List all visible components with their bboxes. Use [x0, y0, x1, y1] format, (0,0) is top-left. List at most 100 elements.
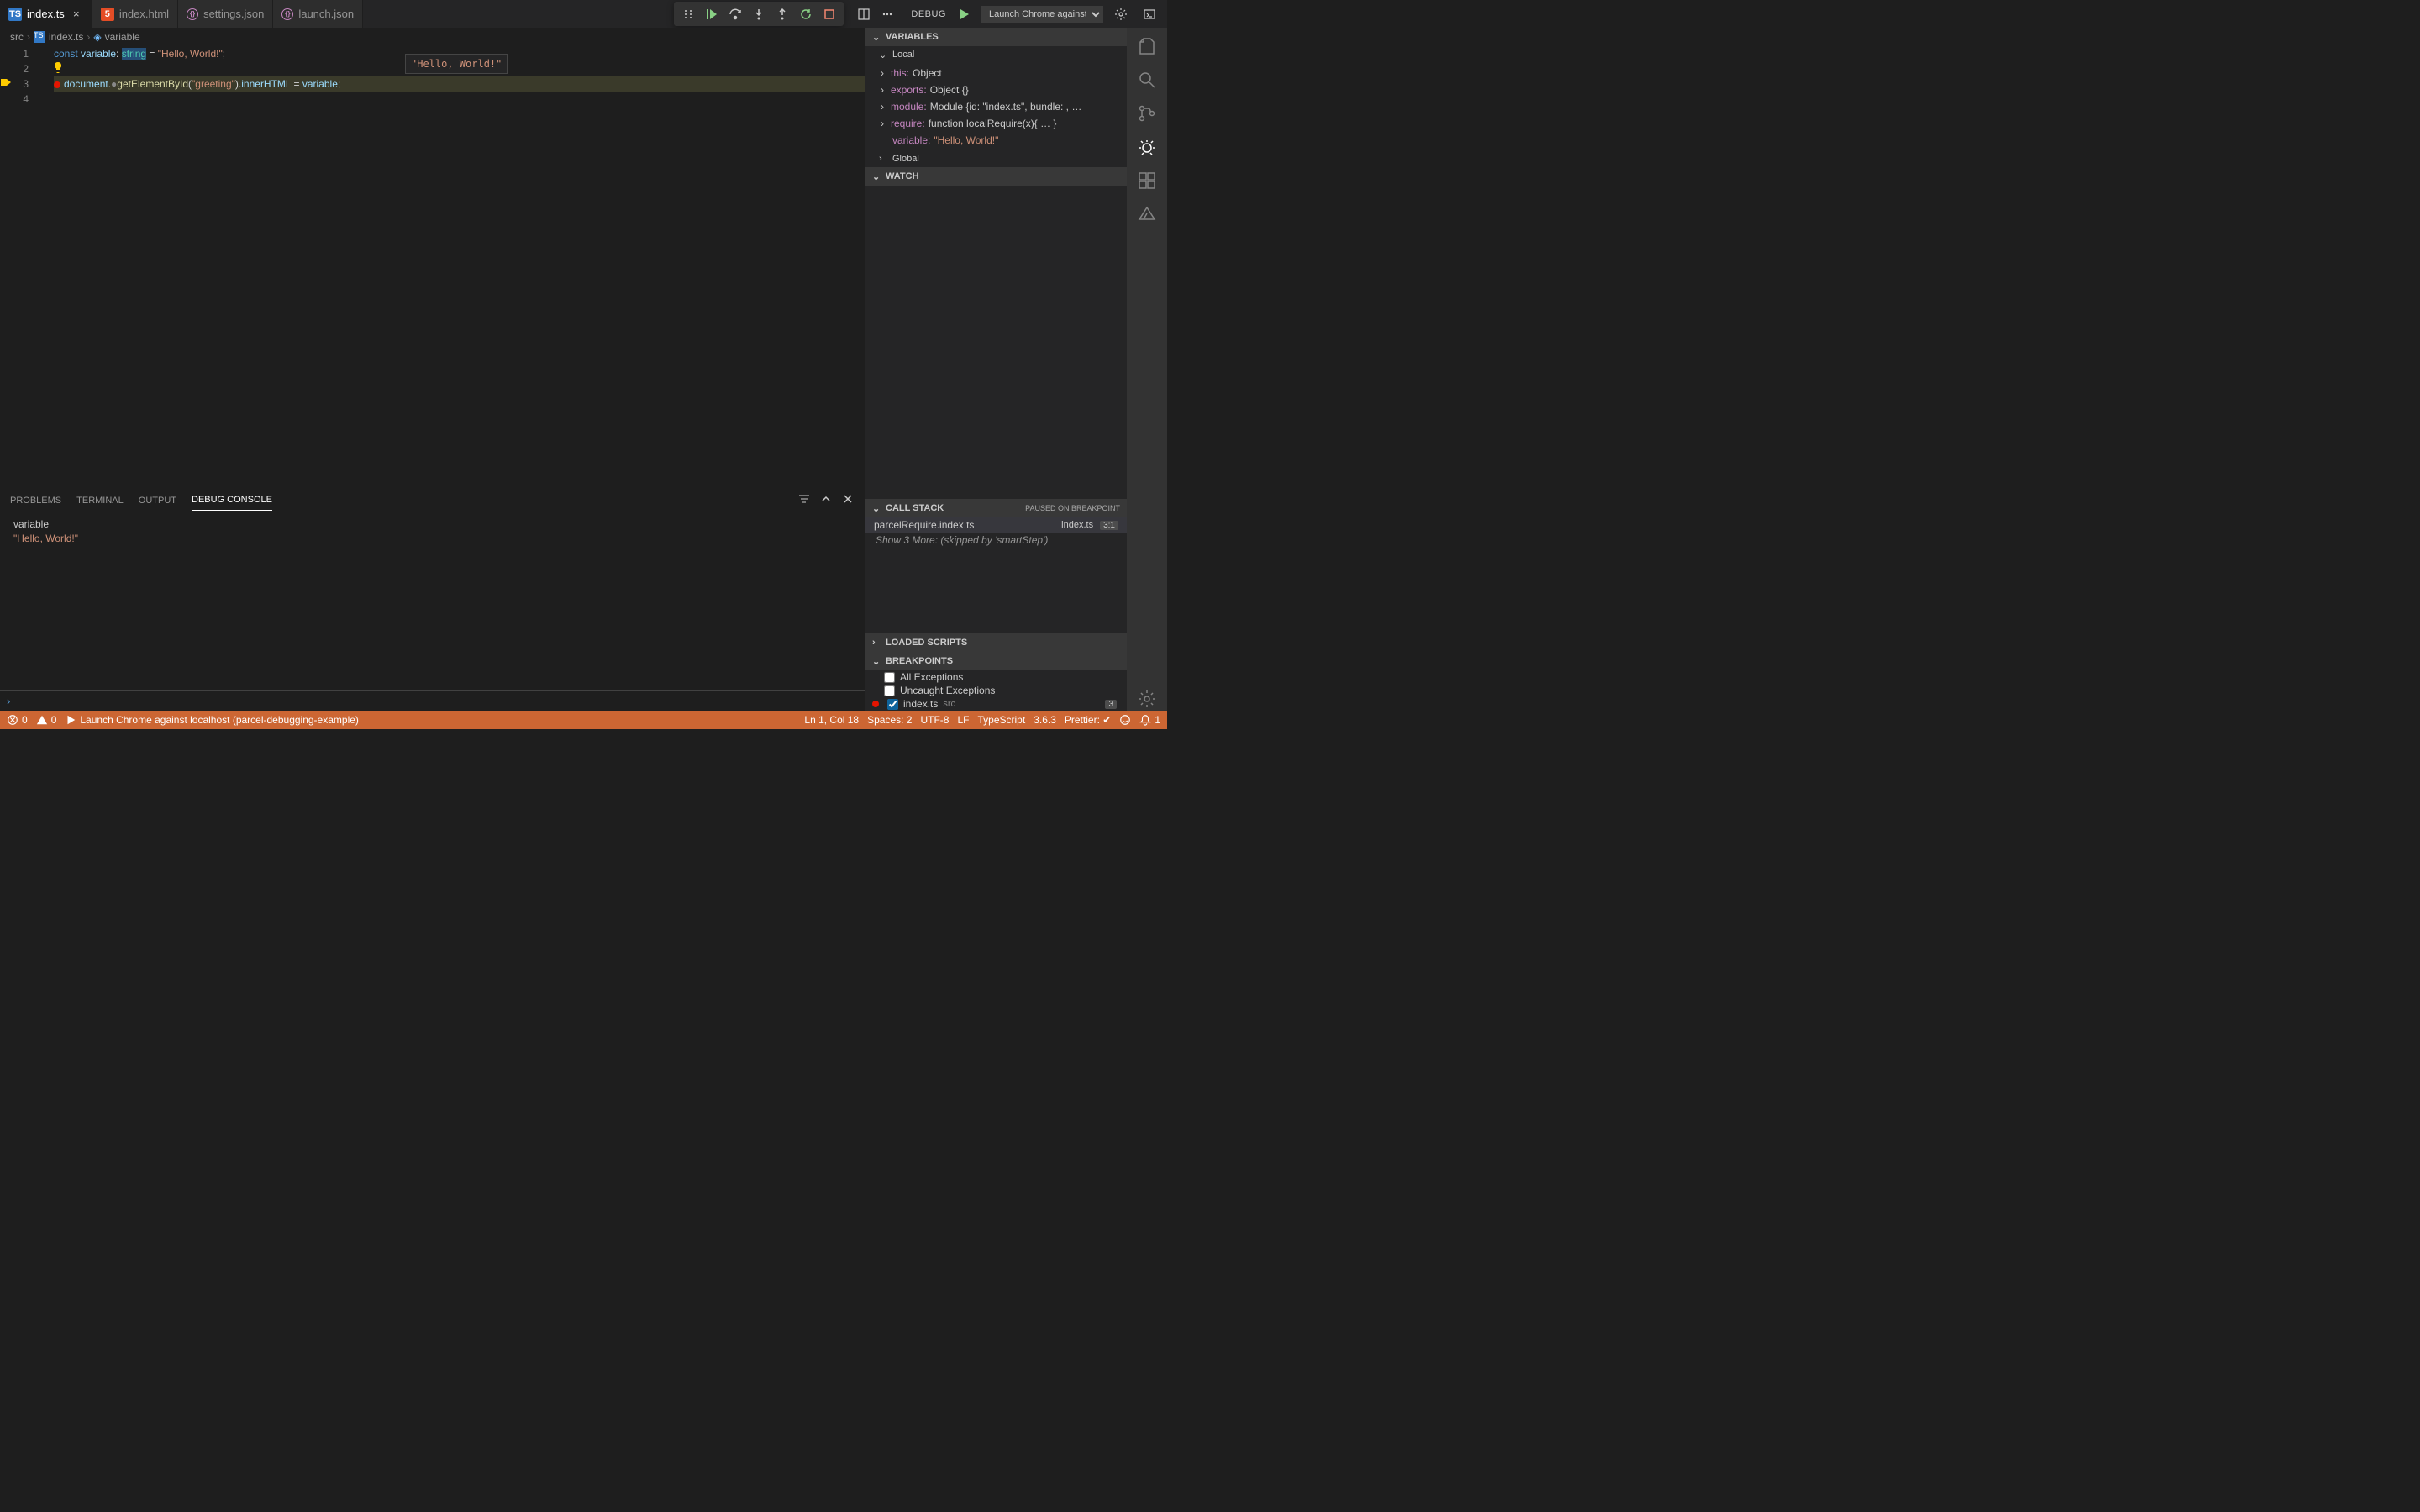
symbol-icon: ◈: [93, 31, 101, 43]
breakpoint-dot-icon: [872, 701, 879, 707]
close-icon[interactable]: ×: [70, 8, 83, 21]
chevron-down-icon: ⌄: [872, 503, 882, 514]
var-exports[interactable]: ›exports: Object {}: [865, 81, 1127, 98]
debug-status[interactable]: Launch Chrome against localhost (parcel-…: [65, 714, 359, 726]
hover-tooltip: "Hello, World!": [405, 54, 508, 74]
tab-settings-json[interactable]: {} settings.json: [178, 0, 273, 28]
json-icon: {}: [187, 8, 198, 20]
bp-all-exceptions[interactable]: All Exceptions: [865, 670, 1127, 684]
var-module[interactable]: ›module: Module {id: "index.ts", bundle:…: [865, 98, 1127, 115]
debug-console-body[interactable]: variable "Hello, World!": [0, 514, 865, 690]
local-scope[interactable]: ⌄ Local: [865, 46, 1127, 63]
bp-uncaught[interactable]: Uncaught Exceptions: [865, 684, 1127, 697]
variables-header[interactable]: ⌄ VARIABLES: [865, 28, 1127, 46]
debug-console-input[interactable]: ›: [0, 690, 865, 711]
source-control-icon[interactable]: [1135, 102, 1159, 125]
bp-file[interactable]: index.ts src 3: [865, 697, 1127, 711]
checkbox[interactable]: [884, 685, 895, 696]
editor[interactable]: 1 2 3 4 "Hello, World!" const variable: …: [0, 46, 865, 486]
chevron-right-icon: ›: [879, 154, 889, 164]
stop-icon[interactable]: [818, 3, 840, 25]
step-out-icon[interactable]: [771, 3, 793, 25]
console-var-value: "Hello, World!": [13, 532, 851, 546]
title-actions: [847, 0, 904, 28]
checkbox[interactable]: [887, 699, 898, 710]
start-debug-icon[interactable]: [953, 3, 975, 25]
callstack-frame[interactable]: parcelRequire.index.ts index.ts 3:1: [865, 517, 1127, 533]
extensions-icon[interactable]: [1135, 169, 1159, 192]
notifications[interactable]: 1: [1139, 714, 1160, 726]
chevron-down-icon: ⌄: [872, 656, 882, 667]
search-icon[interactable]: [1135, 68, 1159, 92]
console-var-name: variable: [13, 517, 851, 532]
tab-label: launch.json: [298, 8, 354, 20]
debug-config-select[interactable]: Launch Chrome against local: [981, 6, 1103, 23]
tab-index-ts[interactable]: TS index.ts ×: [0, 0, 92, 28]
breadcrumb-symbol[interactable]: variable: [105, 31, 140, 43]
more-icon[interactable]: [877, 3, 897, 25]
prettier-status[interactable]: Prettier: ✔: [1065, 714, 1111, 726]
debug-icon[interactable]: [1135, 135, 1159, 159]
console-icon[interactable]: [1139, 3, 1160, 25]
cursor-pos[interactable]: Ln 1, Col 18: [804, 714, 859, 726]
split-editor-icon[interactable]: [854, 3, 874, 25]
tab-problems[interactable]: PROBLEMS: [10, 491, 61, 511]
gear-icon[interactable]: [1110, 3, 1132, 25]
language[interactable]: TypeScript: [978, 714, 1026, 726]
settings-gear-icon[interactable]: [1135, 687, 1159, 711]
editor-tabs: TS index.ts × 5 index.html {} settings.j…: [0, 0, 671, 28]
explorer-icon[interactable]: [1135, 34, 1159, 58]
step-over-icon[interactable]: [724, 3, 746, 25]
tab-output[interactable]: OUTPUT: [139, 491, 176, 511]
encoding[interactable]: UTF-8: [920, 714, 949, 726]
step-into-icon[interactable]: [748, 3, 770, 25]
callstack-skipped[interactable]: Show 3 More: (skipped by 'smartStep'): [865, 533, 1127, 548]
ts-version[interactable]: 3.6.3: [1034, 714, 1056, 726]
tab-launch-json[interactable]: {} launch.json: [273, 0, 363, 28]
loaded-scripts-header[interactable]: › LOADED SCRIPTS: [865, 633, 1127, 652]
feedback-icon[interactable]: [1119, 714, 1131, 726]
line-gutter[interactable]: 1 2 3 4: [0, 46, 42, 486]
code-area[interactable]: "Hello, World!" const variable: string =…: [42, 46, 865, 486]
drag-handle-icon[interactable]: [677, 3, 699, 25]
errors-count[interactable]: 0: [7, 714, 28, 726]
breadcrumb-file[interactable]: index.ts: [49, 31, 83, 43]
callstack-header[interactable]: ⌄ CALL STACK PAUSED ON BREAKPOINT: [865, 499, 1127, 517]
continue-icon[interactable]: [701, 3, 723, 25]
filter-icon[interactable]: [797, 492, 811, 508]
chevron-right-icon: ›: [7, 695, 10, 707]
tab-label: index.html: [119, 8, 169, 20]
indent[interactable]: Spaces: 2: [867, 714, 912, 726]
breadcrumb-folder[interactable]: src: [10, 31, 24, 43]
tab-label: settings.json: [203, 8, 264, 20]
close-panel-icon[interactable]: [841, 492, 855, 508]
panel-tabs: PROBLEMS TERMINAL OUTPUT DEBUG CONSOLE: [0, 486, 865, 514]
tab-index-html[interactable]: 5 index.html: [92, 0, 178, 28]
eol[interactable]: LF: [957, 714, 969, 726]
tab-debug-console[interactable]: DEBUG CONSOLE: [192, 490, 272, 511]
breakpoint-dot-icon[interactable]: [54, 81, 60, 88]
checkbox[interactable]: [884, 672, 895, 683]
chevron-down-icon: ⌄: [872, 171, 882, 182]
collapse-icon[interactable]: [819, 492, 833, 508]
debug-toolbar[interactable]: [674, 2, 844, 26]
tab-terminal[interactable]: TERMINAL: [76, 491, 124, 511]
chevron-right-icon: ›: [872, 638, 882, 648]
activity-bar: [1127, 28, 1167, 711]
watch-header[interactable]: ⌄ WATCH: [865, 167, 1127, 186]
global-scope[interactable]: › Global: [865, 150, 1127, 167]
warnings-count[interactable]: 0: [36, 714, 57, 726]
azure-icon[interactable]: [1135, 202, 1159, 226]
ts-icon: TS: [34, 31, 45, 43]
var-this[interactable]: ›this: Object: [865, 65, 1127, 81]
breakpoints-header[interactable]: ⌄ BREAKPOINTS: [865, 652, 1127, 670]
bottom-panel: PROBLEMS TERMINAL OUTPUT DEBUG CONSOLE v…: [0, 486, 865, 711]
html-icon: 5: [101, 8, 114, 21]
debug-label: DEBUG: [911, 9, 946, 19]
breadcrumb[interactable]: src › TS index.ts › ◈ variable: [0, 28, 865, 46]
status-bar: 0 0 Launch Chrome against localhost (par…: [0, 711, 1167, 729]
json-icon: {}: [281, 8, 293, 20]
var-require[interactable]: ›require: function localRequire(x){ … }: [865, 115, 1127, 132]
var-variable[interactable]: variable: "Hello, World!": [865, 132, 1127, 149]
restart-icon[interactable]: [795, 3, 817, 25]
